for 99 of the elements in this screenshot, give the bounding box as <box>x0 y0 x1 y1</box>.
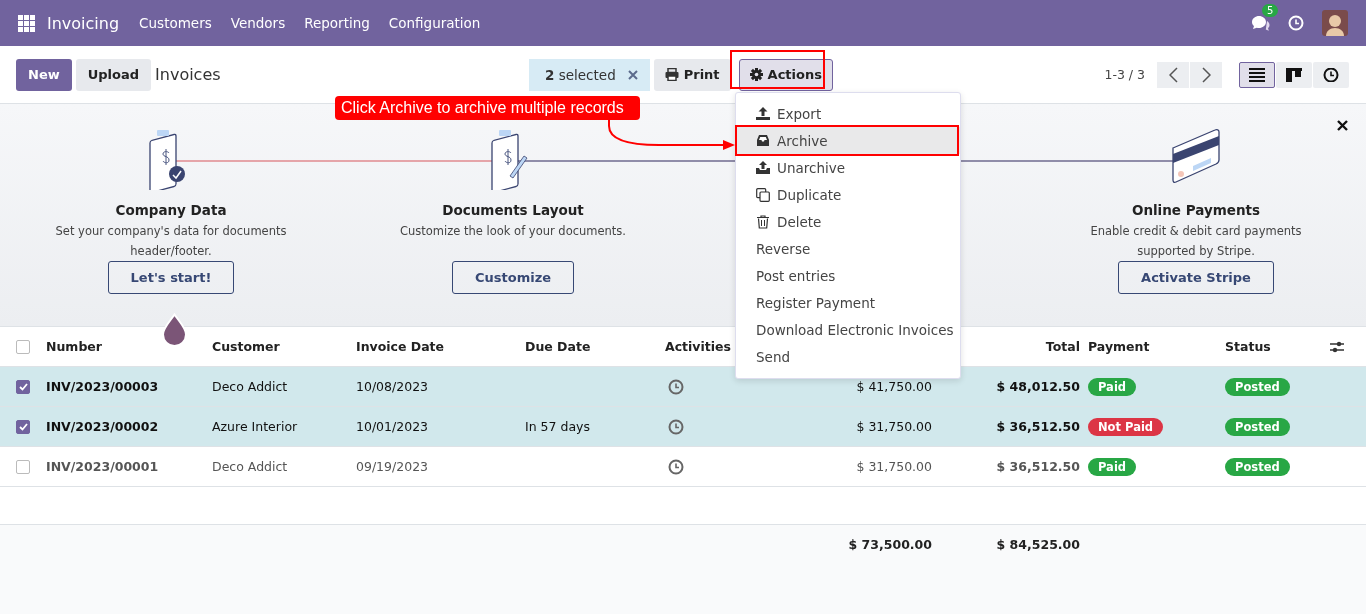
menu-item[interactable]: Send <box>736 343 960 370</box>
menu-item[interactable]: Vendors <box>230 15 286 31</box>
payment-badge: Paid <box>1088 457 1137 476</box>
total-sum: $ 84,525.00 <box>996 536 1080 552</box>
column-header[interactable]: Customer <box>212 339 280 354</box>
checkbox[interactable] <box>16 339 30 354</box>
table-cell: INV/2023/00003 <box>46 379 159 394</box>
new-button[interactable]: New <box>16 58 72 91</box>
table-row[interactable]: INV/2023/00003 Deco Addict 10/08/2023 $ 41,750.00 $ 48,012.50 Paid Posted <box>0 367 1366 407</box>
table-cell: $ 36,512.50 <box>996 419 1080 434</box>
selection-count: 2 selected <box>545 66 616 83</box>
kanban-view-button[interactable] <box>1276 61 1312 88</box>
printer-icon <box>664 68 679 81</box>
close-icon[interactable] <box>1337 120 1348 131</box>
step-button[interactable]: Customize <box>451 261 575 294</box>
checkmark-icon <box>18 382 28 391</box>
breadcrumb-title: Invoices <box>155 65 221 84</box>
table-cell: INV/2023/00002 <box>46 419 159 434</box>
step-description: Enable credit & debit card payments supported by Stripe. <box>1089 223 1303 260</box>
menu-item[interactable]: Register Payment <box>736 289 960 316</box>
upload-tray-icon <box>756 160 770 175</box>
menu-item[interactable]: Configuration <box>388 15 481 31</box>
step-button[interactable]: Activate Stripe <box>1118 261 1274 294</box>
column-header[interactable]: Activities <box>665 339 731 354</box>
table-cell: In 57 days <box>525 419 590 434</box>
table-cell: $ 31,750.00 <box>856 419 932 434</box>
table-row[interactable]: INV/2023/00001 Deco Addict 09/19/2023 $ 31,750.00 $ 36,512.50 Paid Posted <box>0 447 1366 487</box>
checkbox[interactable] <box>16 419 30 434</box>
table-row[interactable]: INV/2023/00002 Azure Interior 10/01/2023 In 57 days $ 31,750.00 $ 36,512.50 Not Paid Posted <box>0 407 1366 447</box>
table-cell: Deco Addict <box>212 459 288 474</box>
next-page-button[interactable] <box>1190 61 1222 88</box>
notification-badge: 5 <box>1262 4 1279 17</box>
status-badge: Posted <box>1225 417 1290 436</box>
menu-item[interactable]: Reverse <box>736 235 960 262</box>
menu-item[interactable]: Duplicate <box>736 181 960 208</box>
menu-item[interactable]: Reporting <box>304 15 370 31</box>
menu-item[interactable]: Archive <box>736 127 960 154</box>
print-button[interactable]: Print <box>653 58 731 91</box>
clock-icon <box>1323 67 1339 82</box>
table-cell: $ 31,750.00 <box>856 459 932 474</box>
column-header[interactable]: Payment <box>1088 339 1150 354</box>
apps-menu-icon[interactable] <box>18 14 35 32</box>
column-header[interactable]: Due Date <box>525 339 591 354</box>
clock-icon[interactable] <box>668 378 684 395</box>
column-header[interactable]: Number <box>46 339 102 354</box>
step-description: Customize the look of your documents. <box>398 223 628 240</box>
gear-icon <box>749 68 763 81</box>
activity-view-button[interactable] <box>1313 61 1349 88</box>
clock-icon[interactable] <box>668 418 684 435</box>
status-badge: Posted <box>1225 457 1290 476</box>
list-view-button[interactable] <box>1239 61 1275 88</box>
column-header[interactable]: Status <box>1225 339 1271 354</box>
column-header[interactable]: Invoice Date <box>356 339 445 354</box>
table-cell: $ 36,512.50 <box>996 459 1080 474</box>
settings-sliders-icon[interactable] <box>1330 340 1344 353</box>
actions-button[interactable]: Actions <box>738 58 833 91</box>
checkmark-icon <box>18 422 28 431</box>
chevron-right-icon <box>1201 66 1211 83</box>
menu-item[interactable]: Post entries <box>736 262 960 289</box>
step-button[interactable]: Let's start! <box>107 261 235 294</box>
step-title: Company Data <box>115 202 227 218</box>
table-cell: 09/19/2023 <box>356 459 429 474</box>
table-cell: Azure Interior <box>212 419 298 434</box>
chat-icon[interactable] <box>1250 14 1270 32</box>
menu-item[interactable]: Customers <box>139 15 212 31</box>
checkbox[interactable] <box>16 379 30 394</box>
copy-icon <box>756 187 770 202</box>
upload-icon <box>756 106 770 121</box>
trash-icon <box>756 214 770 229</box>
payment-badge: Paid <box>1088 377 1137 396</box>
pager-value: 1-3 / 3 <box>1104 67 1145 82</box>
table-cell: $ 41,750.00 <box>856 379 932 394</box>
total-sum: $ 73,500.00 <box>848 536 932 552</box>
list-icon <box>1249 67 1265 82</box>
annotation-callout: Click Archive to archive multiple records <box>335 96 640 120</box>
table-cell: Deco Addict <box>212 379 288 394</box>
menu-item[interactable]: Download Electronic Invoices <box>736 316 960 343</box>
checkbox[interactable] <box>16 459 30 474</box>
payment-badge: Not Paid <box>1088 417 1164 436</box>
chevron-left-icon <box>1168 66 1178 83</box>
inbox-icon <box>756 133 770 148</box>
step-title: Online Payments <box>1131 202 1261 218</box>
clock-icon[interactable] <box>668 458 684 475</box>
menu-item[interactable]: Delete <box>736 208 960 235</box>
table-cell: 10/01/2023 <box>356 419 429 434</box>
step-description: Set your company's data for documents header/footer. <box>54 223 288 260</box>
table-cell: 10/08/2023 <box>356 379 429 394</box>
menu-item[interactable]: Unarchive <box>736 154 960 181</box>
previous-page-button[interactable] <box>1157 61 1189 88</box>
avatar-icon[interactable] <box>1322 10 1348 36</box>
upload-button[interactable]: Upload <box>75 58 152 91</box>
kanban-icon <box>1286 67 1302 82</box>
menu-item[interactable]: Export <box>736 100 960 127</box>
column-header[interactable]: Total <box>1045 339 1080 354</box>
table-cell: $ 48,012.50 <box>996 379 1080 394</box>
status-badge: Posted <box>1225 377 1290 396</box>
table-cell: INV/2023/00001 <box>46 459 159 474</box>
step-title: Documents Layout <box>442 202 584 218</box>
app-name-link[interactable]: Invoicing <box>47 13 120 33</box>
